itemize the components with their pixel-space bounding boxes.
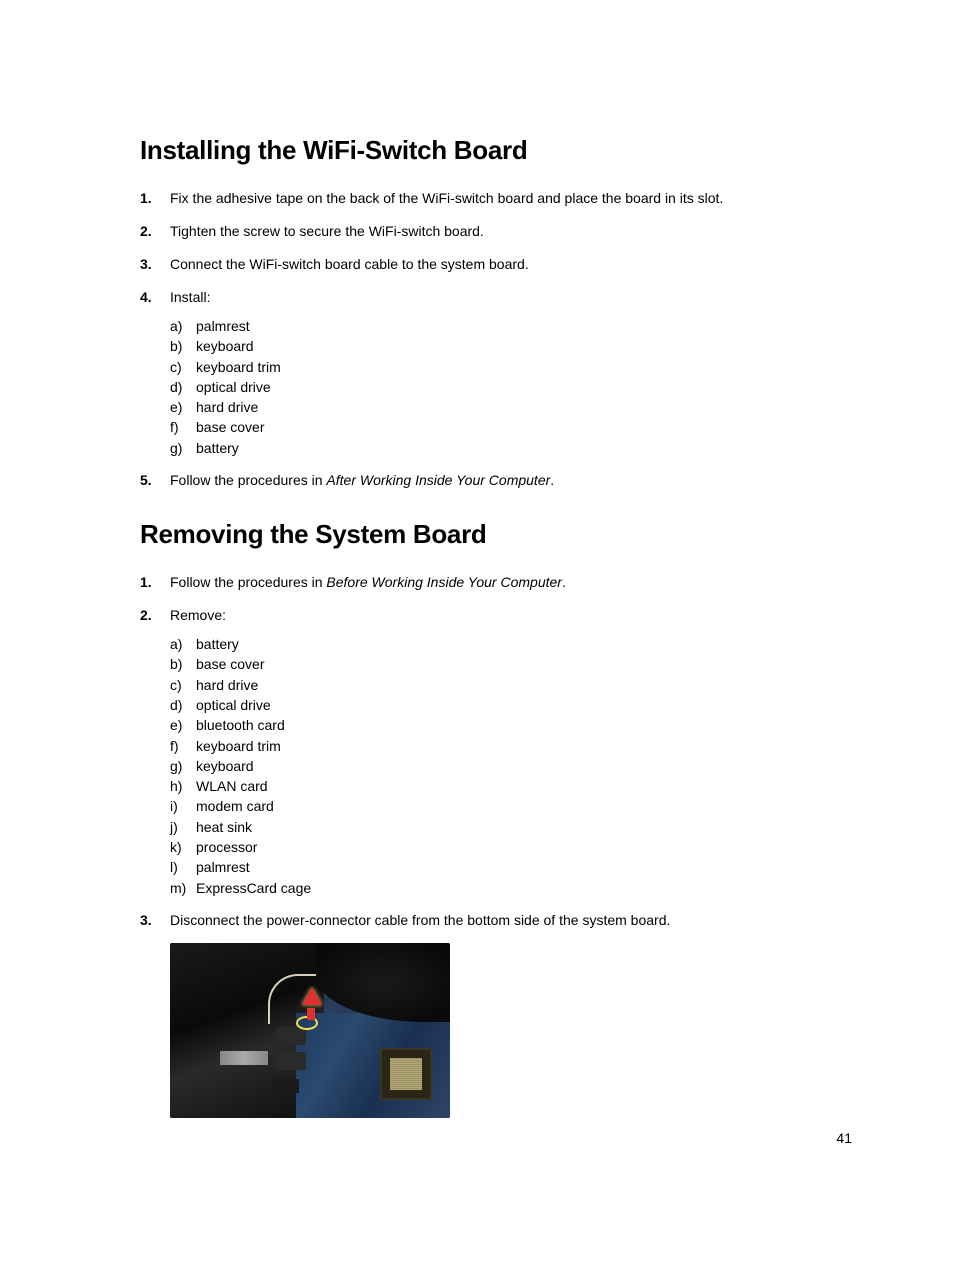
step-4-text: Install: — [170, 289, 210, 305]
figure-system-board-photo — [170, 943, 450, 1118]
figure-connector — [220, 1051, 268, 1065]
section-heading-remove-sysboard: Removing the System Board — [140, 519, 854, 550]
install-sub-d: optical drive — [170, 377, 854, 397]
page-number: 41 — [836, 1130, 852, 1146]
step-5-italic: After Working Inside Your Computer — [326, 472, 550, 488]
figure-chips — [276, 1027, 306, 1045]
step-3: Connect the WiFi-switch board cable to t… — [140, 254, 854, 275]
install-sub-f: base cover — [170, 417, 854, 437]
install-sub-g: battery — [170, 438, 854, 458]
install-steps-list: Fix the adhesive tape on the back of the… — [140, 188, 854, 491]
step-1: Fix the adhesive tape on the back of the… — [140, 188, 854, 209]
remove-sub-e: bluetooth card — [170, 715, 854, 735]
remove-step-1-italic: Before Working Inside Your Computer — [326, 574, 562, 590]
step-2: Tighten the screw to secure the WiFi-swi… — [140, 221, 854, 242]
remove-step-1-suffix: . — [562, 574, 566, 590]
remove-sub-m: ExpressCard cage — [170, 878, 854, 898]
step-5-prefix: Follow the procedures in — [170, 472, 326, 488]
remove-steps-list: Follow the procedures in Before Working … — [140, 572, 854, 931]
remove-step-1-prefix: Follow the procedures in — [170, 574, 326, 590]
remove-step-2: Remove: battery base cover hard drive op… — [140, 605, 854, 898]
step-5: Follow the procedures in After Working I… — [140, 470, 854, 491]
section-heading-install-wifi: Installing the WiFi-Switch Board — [140, 135, 854, 166]
remove-sub-a: battery — [170, 634, 854, 654]
install-sub-e: hard drive — [170, 397, 854, 417]
remove-sublist: battery base cover hard drive optical dr… — [170, 634, 854, 898]
remove-sub-l: palmrest — [170, 857, 854, 877]
remove-sub-b: base cover — [170, 654, 854, 674]
remove-sub-g: keyboard — [170, 756, 854, 776]
install-sub-a: palmrest — [170, 316, 854, 336]
remove-sub-k: processor — [170, 837, 854, 857]
figure-socket-pins — [390, 1058, 422, 1090]
install-sub-b: keyboard — [170, 336, 854, 356]
remove-sub-d: optical drive — [170, 695, 854, 715]
remove-step-3: Disconnect the power-connector cable fro… — [140, 910, 854, 931]
remove-sub-h: WLAN card — [170, 776, 854, 796]
remove-step-2-text: Remove: — [170, 607, 226, 623]
figure-arrow-icon — [302, 987, 322, 1005]
remove-step-1: Follow the procedures in Before Working … — [140, 572, 854, 593]
remove-sub-i: modem card — [170, 796, 854, 816]
figure-arrow-body — [307, 1008, 315, 1020]
remove-sub-j: heat sink — [170, 817, 854, 837]
step-4: Install: palmrest keyboard keyboard trim… — [140, 287, 854, 458]
step-5-suffix: . — [550, 472, 554, 488]
install-sublist: palmrest keyboard keyboard trim optical … — [170, 316, 854, 458]
figure-cpu-socket — [380, 1048, 432, 1100]
remove-sub-f: keyboard trim — [170, 736, 854, 756]
remove-sub-c: hard drive — [170, 675, 854, 695]
install-sub-c: keyboard trim — [170, 357, 854, 377]
